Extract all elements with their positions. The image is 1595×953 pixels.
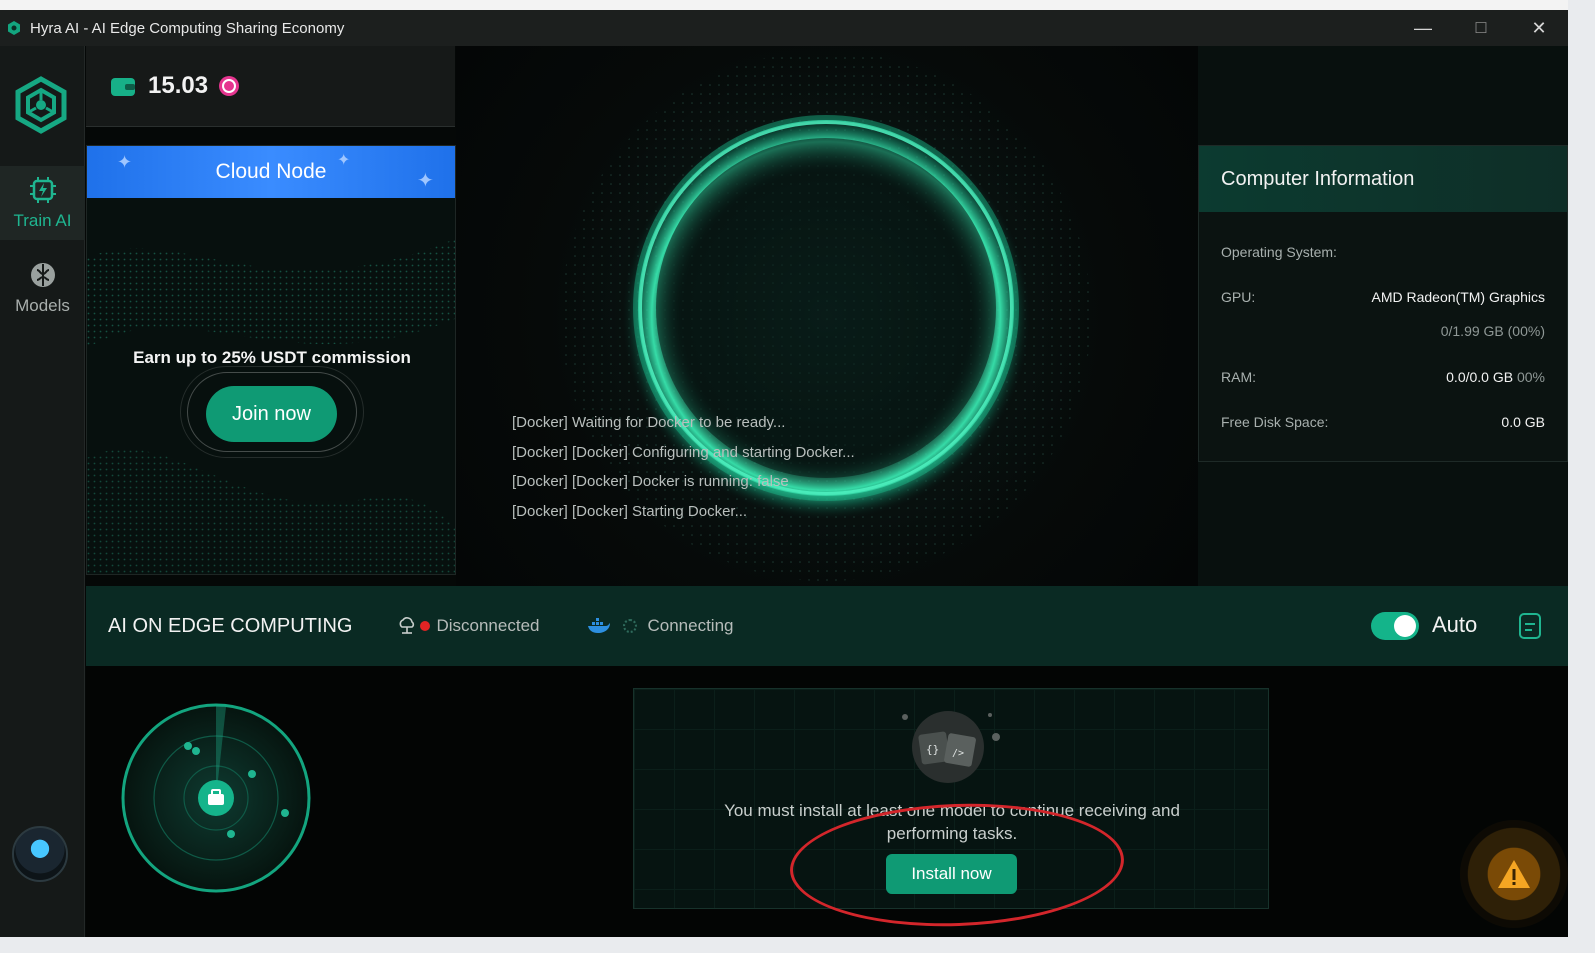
- computer-info-card: Computer Information Operating System: G…: [1198, 145, 1568, 462]
- warning-icon: [1498, 860, 1530, 888]
- disk-value: 0.0 GB: [1501, 414, 1545, 430]
- minimize-button[interactable]: —: [1394, 10, 1452, 46]
- docker-status-text: Connecting: [647, 616, 734, 635]
- log-line: [Docker] [Docker] Configuring and starti…: [512, 443, 855, 461]
- ram-row: RAM: 0.0/0.0 GB 00%: [1221, 369, 1545, 385]
- auto-toggle[interactable]: [1371, 612, 1419, 640]
- docker-log: [Docker] Waiting for Docker to be ready.…: [512, 408, 855, 526]
- desktop-strip: [0, 0, 1568, 10]
- warning-button[interactable]: [1460, 820, 1568, 928]
- ram-value: 0.0/0.0 GB: [1446, 369, 1514, 385]
- hyra-coin-icon: [219, 76, 240, 96]
- gpu-value: AMD Radeon(TM) Graphics: [1371, 289, 1546, 305]
- join-now-button[interactable]: Join now: [206, 386, 337, 442]
- sparkle-icon: ✦: [417, 170, 434, 192]
- auto-label: Auto: [1432, 612, 1478, 637]
- radar-graphic: [121, 703, 311, 893]
- cloud-network-icon: [400, 617, 415, 634]
- network-status-text: Disconnected: [436, 616, 540, 635]
- ram-percent: 00%: [1516, 369, 1545, 385]
- balance-panel: 15.03: [86, 46, 455, 127]
- network-status: Disconnected: [398, 616, 539, 636]
- hyra-logo-icon[interactable]: [12, 76, 70, 134]
- svg-text:{}: {}: [926, 743, 939, 756]
- close-button[interactable]: ✕: [1510, 10, 1568, 46]
- code-files-icon: {} />: [902, 711, 1000, 783]
- log-line: [Docker] Waiting for Docker to be ready.…: [512, 414, 786, 431]
- gpu-memory-row: 0/1.99 GB (00%): [1221, 323, 1545, 339]
- section-title: AI ON EDGE COMPUTING: [108, 614, 353, 637]
- svg-text:/>: />: [952, 748, 964, 759]
- user-avatar[interactable]: [12, 826, 68, 882]
- sidebar-item-label: Train AI: [13, 211, 72, 230]
- status-dot-red: [420, 621, 431, 631]
- cloud-node-promo: ✦ ✦ ✦ Cloud Node Earn up to 25% USDT com…: [86, 145, 456, 575]
- log-line: [Docker] [Docker] Starting Docker...: [512, 502, 748, 520]
- promo-title: Cloud Node: [215, 160, 327, 183]
- loading-spinner-icon: [623, 619, 638, 633]
- maximize-button[interactable]: ☐: [1452, 10, 1510, 46]
- log-line: [Docker] [Docker] Docker is running: fal…: [512, 473, 789, 490]
- sparkle-icon: ✦: [117, 152, 133, 172]
- gpu-row: GPU: AMD Radeon(TM) Graphics: [1221, 289, 1545, 305]
- window-title: Hyra AI - AI Edge Computing Sharing Econ…: [30, 19, 345, 37]
- edge-status-bar: AI ON EDGE COMPUTING Disconnected Connec…: [86, 586, 1568, 666]
- promo-header: ✦ ✦ ✦ Cloud Node: [87, 146, 455, 198]
- sparkle-icon: ✦: [337, 152, 351, 169]
- docker-whale-icon: [588, 618, 611, 633]
- app-window: Hyra AI - AI Edge Computing Sharing Econ…: [0, 0, 1568, 937]
- gpu-label: GPU:: [1221, 289, 1256, 305]
- promo-text: Earn up to 25% USDT commission: [133, 348, 411, 367]
- ram-label: RAM:: [1221, 369, 1256, 385]
- sidebar-item-label: Models: [15, 296, 70, 315]
- title-bar: Hyra AI - AI Edge Computing Sharing Econ…: [0, 10, 1568, 46]
- sidebar-item-models[interactable]: Models: [0, 251, 85, 325]
- hyra-app-icon: [8, 21, 20, 35]
- os-row: Operating System:: [1221, 244, 1545, 260]
- disk-row: Free Disk Space: 0.0 GB: [1221, 414, 1545, 430]
- computer-info-title: Computer Information: [1199, 146, 1567, 212]
- balance-amount: 15.03: [148, 72, 209, 99]
- chip-bolt-icon: [29, 177, 56, 203]
- wallet-icon: [111, 78, 135, 96]
- os-label: Operating System:: [1221, 244, 1337, 260]
- sidebar: Train AI Models: [0, 46, 85, 937]
- gpu-memory: 0/1.99 GB (00%): [1440, 323, 1545, 339]
- disk-label: Free Disk Space:: [1221, 414, 1329, 430]
- sidebar-item-train-ai[interactable]: Train AI: [0, 166, 85, 240]
- log-document-icon[interactable]: [1518, 612, 1542, 640]
- brain-icon: [30, 263, 55, 287]
- docker-status: Connecting: [587, 616, 734, 636]
